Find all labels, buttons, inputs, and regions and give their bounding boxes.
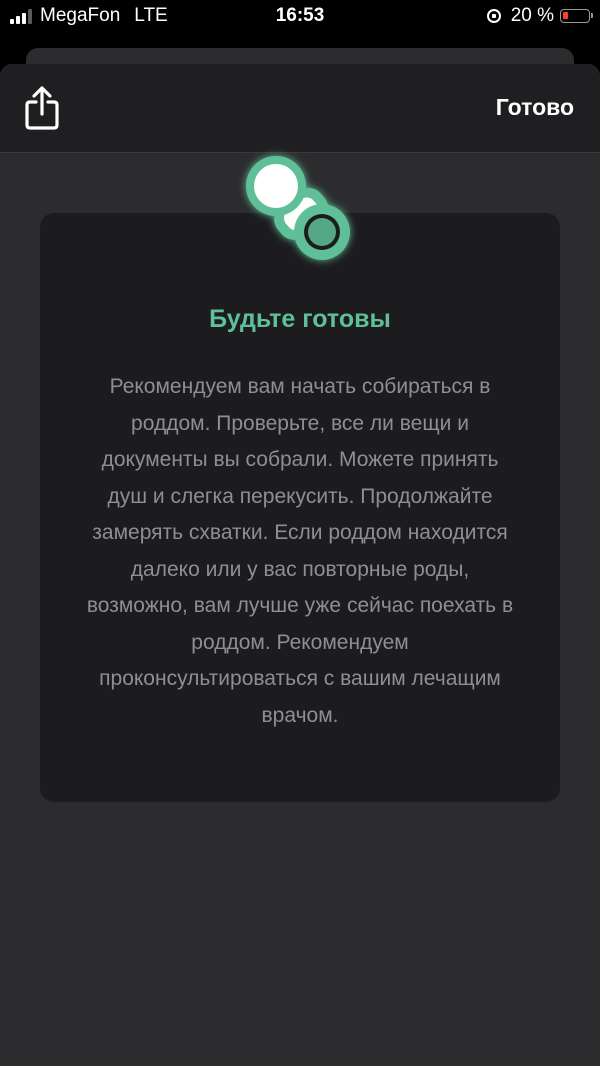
orientation-lock-icon bbox=[486, 9, 501, 23]
battery-icon bbox=[560, 9, 593, 23]
status-right: 20 % bbox=[486, 5, 593, 27]
pacifier-icon bbox=[246, 156, 350, 260]
info-card: Будьте готовы Рекомендуем вам начать соб… bbox=[40, 213, 560, 802]
sheet-header: Готово bbox=[0, 64, 600, 153]
done-button[interactable]: Готово bbox=[496, 94, 574, 121]
battery-level-fill bbox=[563, 12, 568, 19]
battery-percentage: 20 % bbox=[510, 5, 554, 26]
status-bar: MegaFon LTE 16:53 20 % bbox=[0, 0, 600, 34]
card-title: Будьте готовы bbox=[209, 305, 391, 333]
share-icon bbox=[25, 86, 59, 130]
share-button[interactable] bbox=[20, 84, 64, 132]
card-body-text: Рекомендуем вам начать собираться в родд… bbox=[86, 375, 514, 727]
